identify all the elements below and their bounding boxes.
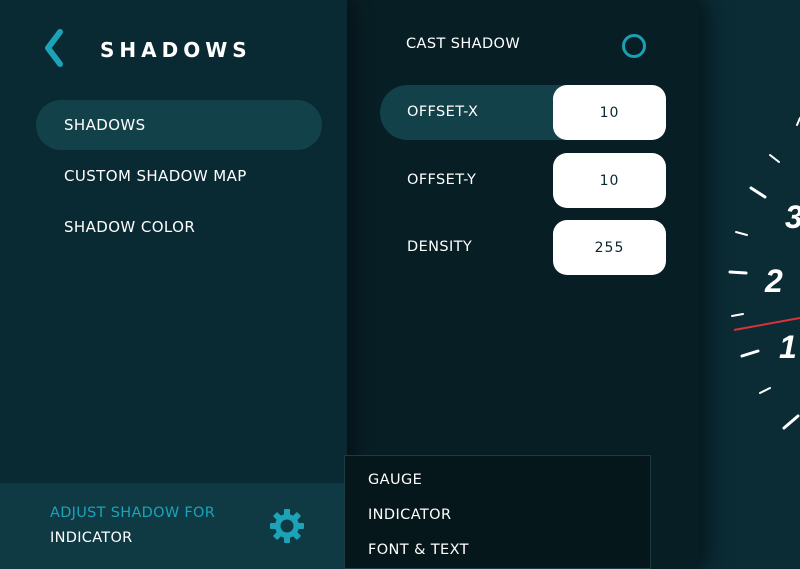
offset-y-row: OFFSET-Y [380,153,666,208]
circle-toggle-icon[interactable] [622,34,646,58]
sidebar-item-custom-shadow-map[interactable]: CUSTOM SHADOW MAP [36,151,322,201]
sidebar-item-shadows[interactable]: SHADOWS [36,100,322,150]
dropdown-item-font-text[interactable]: FONT & TEXT [368,542,469,558]
gauge-tick [769,154,780,163]
adjust-target-dropdown: GAUGE INDICATOR FONT & TEXT [344,455,651,569]
gauge-number: 2 [764,263,783,299]
offset-y-label: OFFSET-Y [407,172,477,188]
cast-shadow-label: CAST SHADOW [406,36,521,52]
page-title: SHADOWS [100,38,252,62]
adjust-shadow-label: ADJUST SHADOW FOR [50,505,216,521]
offset-x-input[interactable] [553,85,666,140]
gauge-tick [759,387,771,394]
gauge-tick [728,270,748,275]
offset-y-input[interactable] [553,153,666,208]
gear-icon[interactable] [268,507,306,545]
gauge-tick [731,313,744,317]
sidebar: SHADOWS SHADOWS CUSTOM SHADOW MAP SHADOW… [0,0,347,569]
gauge-number: 1 [779,329,797,365]
adjust-target-bar[interactable]: ADJUST SHADOW FOR INDICATOR [0,483,347,569]
gauge-tick [740,349,760,358]
gauge-preview: 3 2 1 [699,0,800,569]
sidebar-item-shadow-color[interactable]: SHADOW COLOR [36,202,322,252]
dropdown-item-gauge[interactable]: GAUGE [368,472,422,488]
gauge-number: 3 [785,199,800,235]
offset-x-label: OFFSET-X [407,104,479,120]
density-row: DENSITY [380,220,666,275]
dropdown-item-indicator[interactable]: INDICATOR [368,507,451,523]
gauge-tick [735,231,748,236]
offset-x-row: OFFSET-X [380,85,666,140]
gauge-dial: 3 2 1 [728,117,800,430]
chevron-left-icon[interactable] [40,28,70,68]
gauge-tick [782,414,800,430]
density-label: DENSITY [407,239,473,255]
gauge-tick [749,186,767,199]
adjust-shadow-value: INDICATOR [50,530,133,546]
density-input[interactable] [553,220,666,275]
